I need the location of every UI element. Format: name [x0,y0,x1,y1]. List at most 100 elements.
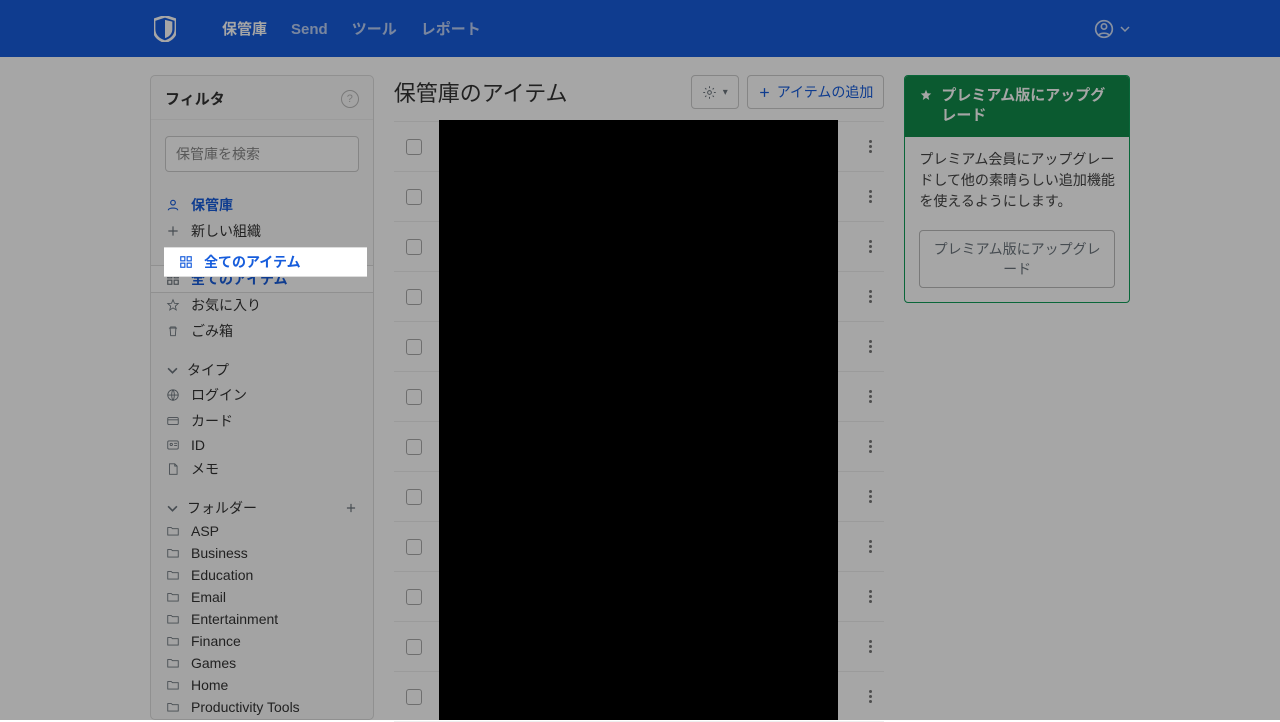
row-more-button[interactable] [860,290,880,303]
sidebar-vault-label: 保管庫 [191,195,233,215]
folder-item[interactable]: Games [151,652,373,674]
sidebar-trash-label: ごみ箱 [191,321,233,341]
globe-icon [165,387,181,403]
row-checkbox[interactable] [406,339,422,355]
vault-items-title: 保管庫のアイテム [394,76,568,108]
sidebar-vault-link[interactable]: 保管庫 [151,192,373,218]
folder-item[interactable]: Productivity Tools [151,696,373,718]
folder-icon [165,545,181,561]
row-more-button[interactable] [860,640,880,653]
account-icon [1094,19,1114,39]
folder-label: Entertainment [191,611,278,627]
add-item-label: アイテムの追加 [777,82,874,102]
row-checkbox[interactable] [406,589,422,605]
folder-icon [165,589,181,605]
folder-icon [165,523,181,539]
row-more-button[interactable] [860,440,880,453]
row-more-button[interactable] [860,190,880,203]
redacted-block [439,120,838,720]
folder-header-label: フォルダー [187,498,257,518]
type-id[interactable]: ID [151,434,373,456]
folder-item[interactable]: Business [151,542,373,564]
highlight-all-items[interactable]: 全てのアイテム [164,247,367,277]
filter-sidebar: フィルタ ? 保管庫 新しい組織 [150,75,374,720]
folder-label: ASP [191,523,219,539]
row-more-button[interactable] [860,690,880,703]
row-checkbox[interactable] [406,289,422,305]
row-checkbox[interactable] [406,689,422,705]
folder-icon [165,611,181,627]
nav-item-0[interactable]: 保管庫 [210,21,279,38]
folder-icon [165,655,181,671]
row-checkbox[interactable] [406,489,422,505]
folder-label: Finance [191,633,241,649]
highlight-label: 全てのアイテム [204,252,301,272]
sidebar-trash[interactable]: ごみ箱 [151,318,373,344]
sidebar-new-org[interactable]: 新しい組織 [151,218,373,244]
add-folder-button[interactable] [343,500,359,516]
row-more-button[interactable] [860,590,880,603]
gear-dropdown-button[interactable]: ▾ [691,75,739,109]
card-icon [165,413,181,429]
folder-item[interactable]: ASP [151,520,373,542]
note-icon [165,461,181,477]
row-checkbox[interactable] [406,439,422,455]
folder-item[interactable]: Entertainment [151,608,373,630]
folder-icon [165,567,181,583]
sidebar-new-org-label: 新しい組織 [191,221,261,241]
row-checkbox[interactable] [406,539,422,555]
grid-icon [178,254,194,270]
row-checkbox[interactable] [406,639,422,655]
promo-body: プレミアム会員にアップグレードして他の素晴らしい追加機能を使えるようにします。 [905,137,1129,224]
row-checkbox[interactable] [406,189,422,205]
nav-item-1[interactable]: Send [279,21,340,38]
row-more-button[interactable] [860,340,880,353]
folder-label: Education [191,567,253,583]
folder-icon [165,633,181,649]
promo-upgrade-button[interactable]: プレミアム版にアップグレード [919,230,1115,288]
row-more-button[interactable] [860,140,880,153]
type-id-label: ID [191,437,205,453]
type-login-label: ログイン [191,385,247,405]
plus-icon [758,86,771,99]
type-header[interactable]: タイプ [151,354,373,382]
account-menu[interactable] [1094,19,1130,39]
type-header-label: タイプ [187,360,229,380]
help-icon[interactable]: ? [341,90,359,108]
folder-item[interactable]: Finance [151,630,373,652]
type-card[interactable]: カード [151,408,373,434]
search-input[interactable] [165,136,359,172]
add-item-button[interactable]: アイテムの追加 [747,75,885,109]
row-checkbox[interactable] [406,239,422,255]
row-more-button[interactable] [860,390,880,403]
folder-icon [165,699,181,715]
user-icon [165,197,181,213]
nav-items: 保管庫Sendツールレポート [210,18,493,39]
folder-label: Business [191,545,248,561]
sidebar-favorites[interactable]: お気に入り [151,292,373,318]
folder-header[interactable]: フォルダー [151,492,373,520]
promo-title: プレミアム版にアップグレード [941,86,1115,127]
id-icon [165,437,181,453]
folder-item[interactable]: Email [151,586,373,608]
folder-item[interactable]: Home [151,674,373,696]
folder-item[interactable]: Education [151,564,373,586]
caret-down-icon: ▾ [723,87,728,98]
nav-item-2[interactable]: ツール [340,21,409,38]
folder-item[interactable]: Shopping [151,718,373,719]
premium-promo-card: プレミアム版にアップグレード プレミアム会員にアップグレードして他の素晴らしい追… [904,75,1130,303]
row-checkbox[interactable] [406,389,422,405]
row-more-button[interactable] [860,490,880,503]
row-more-button[interactable] [860,240,880,253]
type-note[interactable]: メモ [151,456,373,482]
row-more-button[interactable] [860,540,880,553]
star-icon [165,297,181,313]
chevron-down-icon [165,363,179,377]
folder-label: Productivity Tools [191,699,300,715]
row-checkbox[interactable] [406,139,422,155]
type-login[interactable]: ログイン [151,382,373,408]
nav-item-3[interactable]: レポート [409,21,493,38]
sidebar-title: フィルタ [165,88,225,109]
folder-label: Email [191,589,226,605]
logo-shield-icon [152,14,178,44]
